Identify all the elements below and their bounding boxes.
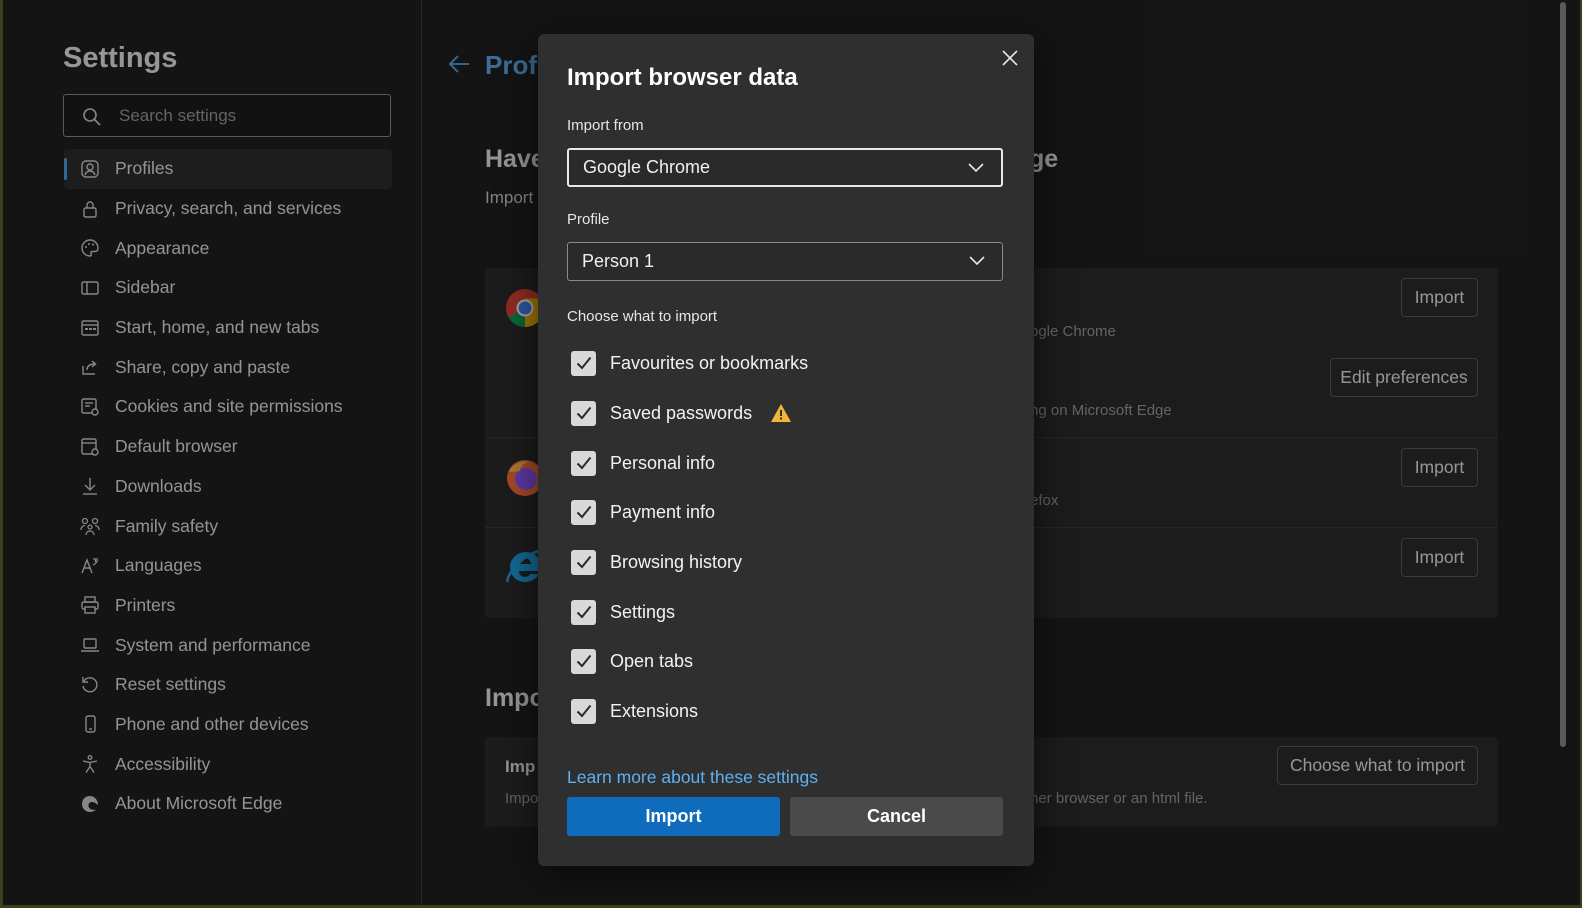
checkmark-icon — [576, 456, 591, 470]
import-browser-data-dialog: Import browser data Import from Google C… — [538, 34, 1034, 866]
option-label: Browsing history — [610, 551, 743, 572]
option-extensions[interactable]: Extensions — [571, 698, 698, 724]
chevron-down-icon — [968, 163, 984, 173]
option-open-tabs[interactable]: Open tabs — [571, 648, 693, 674]
checkbox-checked[interactable] — [571, 450, 596, 476]
checkmark-icon — [576, 406, 591, 420]
checkbox-checked[interactable] — [571, 648, 596, 674]
checkbox-checked[interactable] — [571, 698, 596, 724]
profile-select[interactable]: Person 1 — [567, 242, 1003, 281]
close-icon — [1002, 50, 1018, 66]
option-saved-passwords[interactable]: Saved passwords — [571, 400, 792, 426]
option-personal-info[interactable]: Personal info — [571, 450, 715, 476]
chevron-down-icon — [969, 256, 985, 266]
checkmark-icon — [576, 555, 591, 569]
checkbox-checked[interactable] — [571, 599, 596, 625]
checkbox-checked[interactable] — [571, 350, 596, 376]
checkbox-checked[interactable] — [571, 549, 596, 575]
checkmark-icon — [576, 356, 591, 370]
warning-icon[interactable] — [770, 403, 792, 423]
profile-value: Person 1 — [582, 251, 655, 271]
close-button[interactable] — [998, 46, 1022, 70]
option-label: Saved passwords — [610, 402, 753, 423]
option-label: Personal info — [610, 452, 716, 473]
checkbox-checked[interactable] — [571, 499, 596, 525]
settings-window: Settings Profiles Privacy, search, and s… — [3, 0, 1580, 905]
option-payment-info[interactable]: Payment info — [571, 499, 715, 525]
import-from-value: Google Chrome — [583, 157, 711, 177]
checkmark-icon — [576, 704, 591, 718]
checkbox-checked[interactable] — [571, 400, 596, 426]
import-from-label: Import from — [567, 117, 644, 134]
option-label: Open tabs — [610, 650, 694, 671]
option-label: Favourites or bookmarks — [610, 352, 809, 373]
option-label: Extensions — [610, 700, 699, 721]
import-button[interactable]: Import — [567, 797, 780, 836]
cancel-button[interactable]: Cancel — [790, 797, 1003, 836]
checkmark-icon — [576, 605, 591, 619]
dialog-title: Import browser data — [567, 64, 798, 91]
profile-label: Profile — [567, 211, 610, 228]
option-label: Payment info — [610, 501, 716, 522]
option-favourites[interactable]: Favourites or bookmarks — [571, 350, 808, 376]
learn-more-link[interactable]: Learn more about these settings — [567, 767, 818, 788]
choose-what-to-import-label: Choose what to import — [567, 308, 718, 325]
option-settings[interactable]: Settings — [571, 599, 675, 625]
import-from-select[interactable]: Google Chrome — [567, 148, 1003, 187]
checkmark-icon — [576, 654, 591, 668]
checkmark-icon — [576, 505, 591, 519]
option-label: Settings — [610, 601, 676, 622]
option-browsing-history[interactable]: Browsing history — [571, 549, 742, 575]
